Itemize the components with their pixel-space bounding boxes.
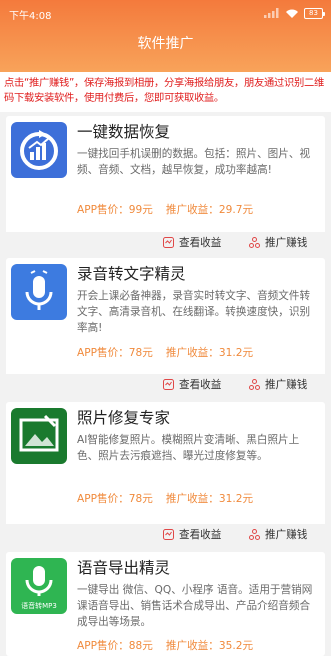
- signal-icon: [264, 8, 279, 18]
- promote-button[interactable]: 推广赚钱: [249, 526, 307, 542]
- app-card-voice-to-text[interactable]: 录音转文字精灵 开会上课必备神器，录音实时转文字、音频文件转文字、高清录音机、在…: [6, 258, 325, 394]
- app-commission: 推广收益：29.7元: [165, 204, 254, 216]
- app-price: APP售价：78元: [77, 493, 153, 505]
- notice-text: 点击“推广赚钱”，保存海报到相册，分享海报给朋友，朋友通过识别二维码下载安装软件…: [0, 72, 331, 112]
- view-earnings-label: 查看收益: [179, 236, 222, 249]
- app-price: APP售价：88元: [77, 640, 153, 652]
- app-description: 一键导出 微信、QQ、小程序 语音。适用于营销网课语音导出、销售话术合成导出、产…: [77, 584, 313, 628]
- promote-label: 推广赚钱: [265, 378, 308, 391]
- app-commission: 推广收益：31.2元: [165, 347, 254, 359]
- promote-label: 推广赚钱: [265, 236, 308, 249]
- app-card-photo-repair[interactable]: 照片修复专家 AI智能修复照片。模糊照片变清晰、黑白照片上色、照片去污痕遮挡、曝…: [6, 402, 325, 544]
- app-price: APP售价：99元: [77, 204, 153, 216]
- price-row: APP售价：88元 推广收益：35.2元: [77, 638, 253, 653]
- app-commission: 推广收益：31.2元: [165, 493, 254, 505]
- app-description: 一键找回手机误删的数据。包括：照片、图片、视频、音频、文档，越早恢复，成功率越高…: [77, 148, 311, 176]
- price-row: APP售价：78元 推广收益：31.2元: [77, 491, 253, 506]
- app-commission: 推广收益：35.2元: [165, 640, 254, 652]
- app-card-voice-export[interactable]: 语音转MP3 语音导出精灵 一键导出 微信、QQ、小程序 语音。适用于营销网课语…: [6, 552, 325, 656]
- card-actions: 查看收益 推广赚钱: [6, 374, 325, 394]
- microphone-icon: [11, 264, 67, 320]
- earnings-icon: [163, 236, 174, 248]
- photo-repair-icon: [11, 408, 67, 464]
- app-card-data-recovery[interactable]: 一键数据恢复 一键找回手机误删的数据。包括：照片、图片、视频、音频、文档，越早恢…: [6, 116, 325, 252]
- app-name: 录音转文字精灵: [77, 265, 186, 283]
- app-name: 语音导出精灵: [77, 559, 171, 577]
- promote-button[interactable]: 推广赚钱: [249, 234, 307, 250]
- app-name: 一键数据恢复: [77, 123, 171, 141]
- status-bar: 下午4:08 83: [0, 0, 331, 26]
- wifi-icon: [286, 9, 298, 18]
- price-row: APP售价：99元 推广收益：29.7元: [77, 202, 253, 217]
- share-icon: [249, 236, 260, 248]
- earnings-icon: [163, 528, 174, 540]
- status-icons: 83: [264, 7, 325, 19]
- app-description: 开会上课必备神器，录音实时转文字、音频文件转文字、高清录音机、在线翻译。转换速度…: [77, 290, 311, 334]
- card-actions: 查看收益 推广赚钱: [6, 232, 325, 252]
- view-earnings-label: 查看收益: [179, 378, 222, 391]
- view-earnings-button[interactable]: 查看收益: [163, 376, 221, 392]
- share-icon: [249, 528, 260, 540]
- price-row: APP售价：78元 推广收益：31.2元: [77, 345, 253, 360]
- data-recovery-icon: [11, 122, 67, 178]
- promote-label: 推广赚钱: [265, 528, 308, 541]
- status-time: 下午4:08: [9, 11, 52, 22]
- share-icon: [249, 378, 260, 390]
- view-earnings-button[interactable]: 查看收益: [163, 526, 221, 542]
- header: 下午4:08 83 软件推广: [0, 0, 331, 72]
- promote-button[interactable]: 推广赚钱: [249, 376, 307, 392]
- app-name: 照片修复专家: [77, 409, 171, 427]
- page-title: 软件推广: [137, 36, 194, 52]
- icon-caption: 语音转MP3: [21, 601, 57, 610]
- app-price: APP售价：78元: [77, 347, 153, 359]
- card-actions: 查看收益 推广赚钱: [6, 524, 325, 544]
- view-earnings-label: 查看收益: [179, 528, 222, 541]
- earnings-icon: [163, 378, 174, 390]
- battery-icon: 83: [304, 7, 325, 19]
- voice-export-icon: 语音转MP3: [11, 558, 67, 614]
- app-description: AI智能修复照片。模糊照片变清晰、黑白照片上色、照片去污痕遮挡、曝光过度修复等。: [77, 434, 300, 462]
- view-earnings-button[interactable]: 查看收益: [163, 234, 221, 250]
